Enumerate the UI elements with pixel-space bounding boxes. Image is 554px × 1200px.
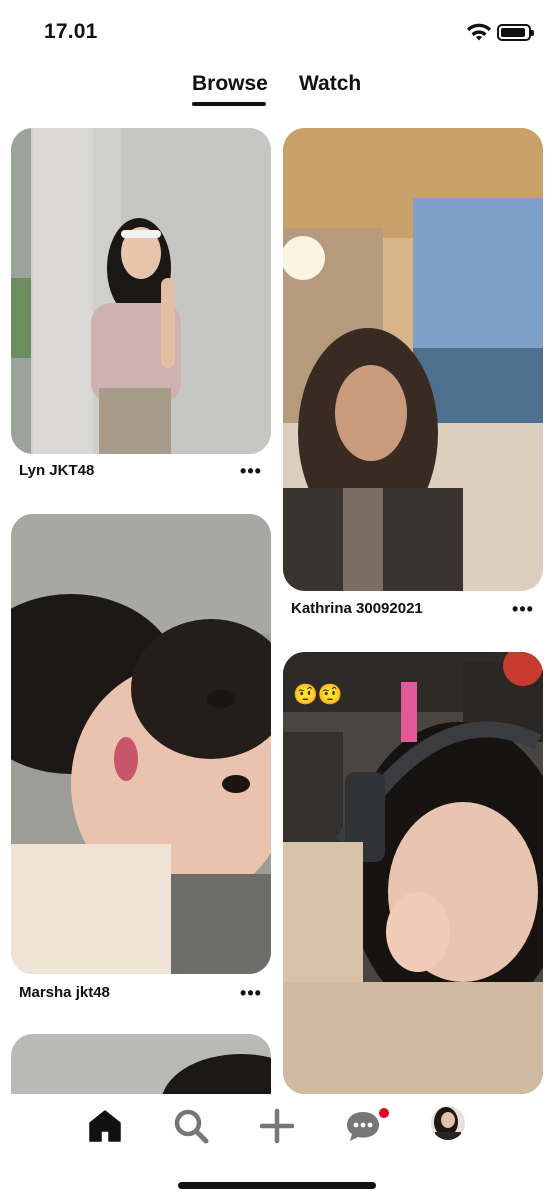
more-options-button[interactable]: ••• — [509, 600, 537, 622]
battery-icon — [497, 24, 534, 41]
more-options-button[interactable]: ••• — [237, 462, 265, 484]
emoji-sticker: 🤨🤨 — [293, 684, 343, 706]
status-time: 17.01 — [44, 20, 98, 43]
feed-tabs: Browse Watch — [0, 68, 554, 108]
home-icon[interactable] — [87, 1108, 123, 1144]
pin-card[interactable]: Marsha jkt48 ••• — [11, 514, 271, 1006]
profile-avatar[interactable] — [431, 1106, 465, 1140]
more-options-button[interactable]: ••• — [237, 984, 265, 1006]
home-indicator — [178, 1182, 376, 1189]
pin-image[interactable] — [283, 652, 543, 1094]
pin-card[interactable]: Kathrina 30092021 ••• — [283, 128, 543, 634]
pin-title: Kathrina 30092021 — [291, 600, 423, 617]
pin-card[interactable]: Lyn JKT48 ••• — [11, 128, 271, 498]
pin-image[interactable] — [11, 514, 271, 974]
pin-image[interactable] — [11, 128, 271, 454]
pin-image[interactable] — [283, 128, 543, 591]
pin-title: Lyn JKT48 — [19, 462, 95, 479]
search-icon[interactable] — [173, 1108, 209, 1144]
status-bar: 17.01 — [0, 0, 554, 64]
pin-title: Marsha jkt48 — [19, 984, 110, 1001]
pin-card[interactable]: 🤨🤨 — [283, 652, 543, 1094]
active-tab-indicator — [192, 102, 266, 106]
tab-watch[interactable]: Watch — [299, 72, 361, 96]
plus-icon[interactable] — [259, 1108, 295, 1144]
notification-badge — [379, 1108, 389, 1118]
tab-browse[interactable]: Browse — [192, 72, 268, 96]
wifi-icon — [467, 23, 491, 41]
pin-card[interactable] — [11, 1034, 271, 1114]
chat-icon[interactable] — [345, 1108, 381, 1144]
